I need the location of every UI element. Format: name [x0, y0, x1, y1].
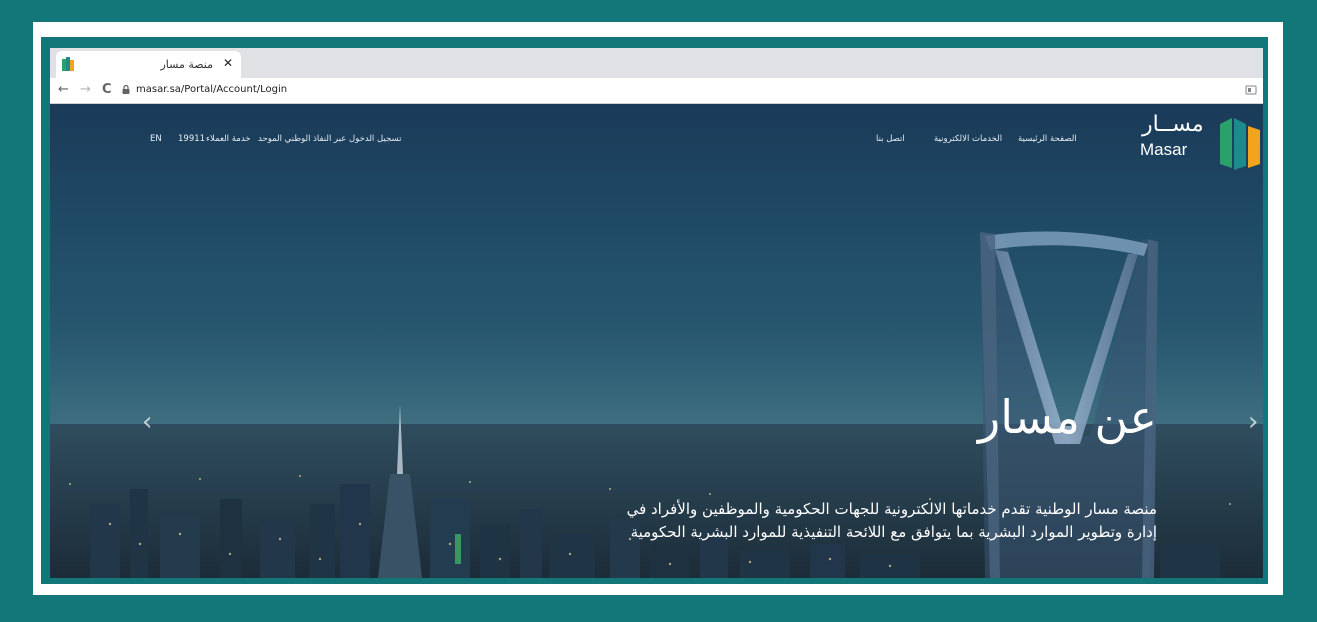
- browser-window: منصة مسار ✕ ← → C masar.sa/Portal/Accoun…: [50, 48, 1263, 578]
- hero-title: عن مسار: [978, 390, 1157, 444]
- customer-service-link[interactable]: خدمة العملاء: [206, 134, 251, 144]
- carousel-next-arrow[interactable]: ›: [1248, 407, 1258, 437]
- forward-arrow-icon[interactable]: →: [80, 82, 91, 97]
- browser-tab[interactable]: منصة مسار ✕: [56, 51, 241, 78]
- masar-logo-icon[interactable]: [1218, 114, 1262, 170]
- url-input[interactable]: masar.sa/Portal/Account/Login: [136, 84, 287, 95]
- language-switch-link[interactable]: EN: [150, 134, 162, 144]
- nafath-login-link[interactable]: تسجيل الدخول عبر النفاذ الوطني الموحد: [258, 134, 401, 144]
- tab-strip: منصة مسار ✕: [50, 48, 1263, 78]
- page-viewport: EN 19911 خدمة العملاء تسجيل الدخول عبر ا…: [50, 104, 1263, 578]
- tab-close-icon[interactable]: ✕: [223, 56, 233, 70]
- tab-title: منصة مسار: [160, 58, 213, 71]
- carousel-prev-arrow[interactable]: ‹: [142, 407, 152, 437]
- masar-logo-english[interactable]: Masar: [1140, 140, 1187, 160]
- customer-service-number: 19911: [178, 134, 206, 144]
- masar-logo-arabic[interactable]: مســار: [1142, 112, 1204, 137]
- extension-icon[interactable]: [1245, 84, 1257, 96]
- nav-contact-link[interactable]: اتصل بنا: [876, 134, 905, 144]
- reload-icon[interactable]: C: [102, 82, 112, 97]
- lock-icon: [122, 85, 130, 94]
- back-arrow-icon[interactable]: ←: [58, 82, 69, 97]
- masar-favicon-icon: [62, 57, 74, 71]
- nav-home-link[interactable]: الصفحة الرئيسية: [1018, 134, 1077, 144]
- address-bar-row: ← → C masar.sa/Portal/Account/Login: [50, 78, 1263, 104]
- hero-description: منصة مسار الوطنية تقدم خدماتها الالكترون…: [626, 500, 1157, 541]
- nav-eservices-link[interactable]: الخدمات الالكترونية: [934, 134, 1002, 144]
